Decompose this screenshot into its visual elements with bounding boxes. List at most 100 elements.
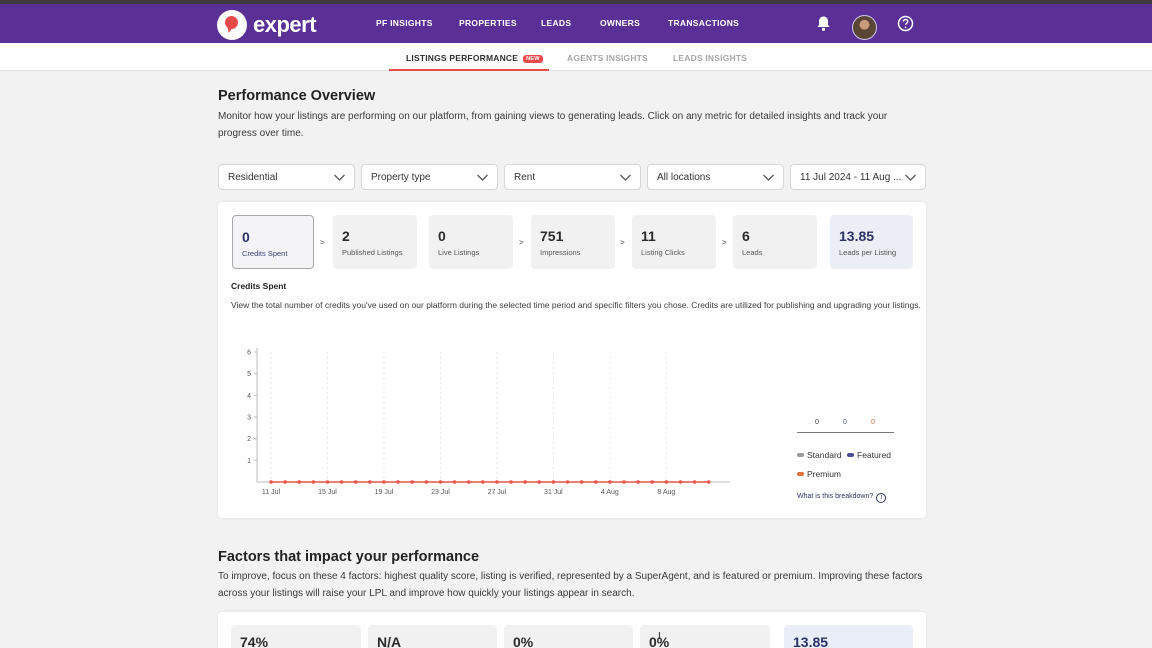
factors-title: Factors that impact your performance: [218, 549, 480, 565]
data-point: [396, 480, 400, 484]
data-point: [636, 480, 640, 484]
metric-value: 0: [242, 229, 250, 245]
data-point: [368, 480, 372, 484]
filter-date-range[interactable]: 11 Jul 2024 - 11 Aug ...: [790, 164, 926, 190]
y-tick-label: 1: [247, 458, 251, 465]
data-point: [424, 480, 429, 484]
metric-value: 11: [641, 228, 656, 244]
x-tick-label: 23 Jul: [431, 489, 450, 496]
data-point: [692, 480, 697, 484]
legend-item-standard: Standard: [797, 450, 842, 460]
factor-verified[interactable]: N/A: [368, 625, 497, 648]
data-point: [551, 480, 556, 484]
x-tick-label: 11 Jul: [262, 489, 281, 496]
data-point: [438, 480, 443, 484]
x-tick-label: 4 Aug: [601, 489, 619, 496]
tab-listings-performance[interactable]: LISTINGS PERFORMANCE NEW: [406, 53, 543, 63]
data-point: [353, 480, 358, 484]
data-point: [325, 480, 330, 484]
filter-location-value: All locations: [657, 172, 711, 183]
data-point: [297, 480, 302, 484]
breakdown-link[interactable]: What is this breakdown? i: [797, 493, 887, 503]
data-point: [495, 480, 499, 484]
filter-location[interactable]: All locations: [647, 164, 784, 190]
metric-leads[interactable]: 6 Leads: [733, 215, 817, 269]
factors-description: To improve, focus on these 4 factors: hi…: [218, 571, 923, 599]
data-point: [579, 480, 584, 484]
page-title: Performance Overview: [218, 88, 376, 104]
metric-leads-per-listing[interactable]: 13.85 Leads per Listing: [830, 215, 913, 269]
data-point: [382, 480, 386, 484]
legend-item-featured: Featured: [847, 450, 891, 460]
legend-label: Premium: [807, 469, 842, 479]
metric-arrow: >: [620, 238, 625, 247]
metric-listing-clicks[interactable]: 11 Listing Clicks: [632, 215, 716, 269]
data-point: [593, 480, 598, 484]
filter-property-type-value: Property type: [371, 172, 431, 183]
legend-label: Standard: [807, 450, 842, 460]
data-point: [452, 480, 457, 484]
section-title: Credits Spent: [231, 281, 287, 291]
y-tick-label: 3: [247, 415, 251, 422]
metric-credits-spent[interactable]: 0 Credits Spent: [232, 215, 314, 269]
data-point: [678, 480, 683, 484]
nav-pf-insights[interactable]: PF INSIGHTS: [376, 18, 433, 28]
legend-value-featured: 0: [843, 419, 847, 426]
filter-purpose[interactable]: Rent: [504, 164, 641, 190]
nav-leads[interactable]: LEADS: [541, 18, 571, 28]
data-point: [537, 480, 542, 484]
section-description: View the total number of credits you've …: [231, 300, 921, 310]
avatar[interactable]: [852, 15, 877, 40]
filter-property-type[interactable]: Property type: [361, 164, 498, 190]
x-tick-label: 27 Jul: [488, 489, 507, 496]
chevron-down-icon: [477, 174, 488, 181]
legend-swatch: [797, 453, 804, 457]
filter-category[interactable]: Residential: [218, 164, 355, 190]
data-point: [466, 480, 471, 484]
filter-category-value: Residential: [228, 172, 278, 183]
factor-quality-score[interactable]: 74%: [231, 625, 361, 648]
metric-value: 2: [342, 228, 350, 244]
data-point: [509, 480, 513, 484]
legend-value-premium: 0: [871, 419, 875, 426]
metric-impressions[interactable]: 751 Impressions: [531, 215, 615, 269]
factor-superagent[interactable]: 0%: [504, 625, 633, 648]
legend-swatch: [797, 472, 804, 476]
data-point: [650, 480, 655, 484]
metric-label: Live Listings: [438, 248, 480, 257]
metric-value: 6: [742, 228, 750, 244]
logo-icon: [217, 10, 247, 40]
nav-owners[interactable]: OWNERS: [600, 18, 640, 28]
help-icon[interactable]: [897, 15, 914, 32]
filter-purpose-value: Rent: [514, 172, 536, 183]
tab-agents-insights[interactable]: AGENTS INSIGHTS: [567, 53, 648, 63]
x-tick-label: 8 Aug: [657, 489, 675, 496]
credits-line-chart: 11 Jul 15 Jul 19 Jul 23 Jul 27 Jul 31 Jul 4 Au…: [247, 348, 730, 496]
data-point: [622, 480, 626, 484]
tab-leads-insights[interactable]: LEADS INSIGHTS: [673, 53, 747, 63]
chevron-down-icon: [620, 174, 631, 181]
data-point: [523, 480, 527, 484]
nav-properties[interactable]: PROPERTIES: [459, 18, 517, 28]
metric-label: Leads per Listing: [839, 248, 897, 257]
metric-published-listings[interactable]: 2 Published Listings: [333, 215, 417, 269]
breakdown-link-text: What is this breakdown?: [797, 493, 874, 500]
metric-label: Credits Spent: [242, 249, 288, 258]
chevron-down-icon: [334, 174, 345, 181]
x-tick-label: 19 Jul: [375, 489, 394, 496]
filter-date-range-value: 11 Jul 2024 - 11 Aug ...: [800, 172, 902, 183]
metric-arrow: >: [519, 238, 524, 247]
data-point: [410, 480, 414, 484]
sub-nav: LISTINGS PERFORMANCE NEW AGENTS INSIGHTS …: [0, 43, 1152, 71]
chevron-down-icon: [905, 174, 916, 181]
logo[interactable]: expert: [217, 10, 317, 40]
data-point: [664, 480, 669, 484]
x-tick-label: 31 Jul: [544, 489, 563, 496]
y-tick-label: 6: [247, 350, 251, 357]
metric-live-listings[interactable]: 0 Live Listings: [429, 215, 513, 269]
nav-transactions[interactable]: TRANSACTIONS: [668, 18, 739, 28]
factor-lpl[interactable]: 13.85: [784, 625, 913, 648]
bell-icon[interactable]: [816, 15, 831, 32]
info-icon: i: [876, 493, 887, 503]
data-point: [269, 480, 273, 484]
